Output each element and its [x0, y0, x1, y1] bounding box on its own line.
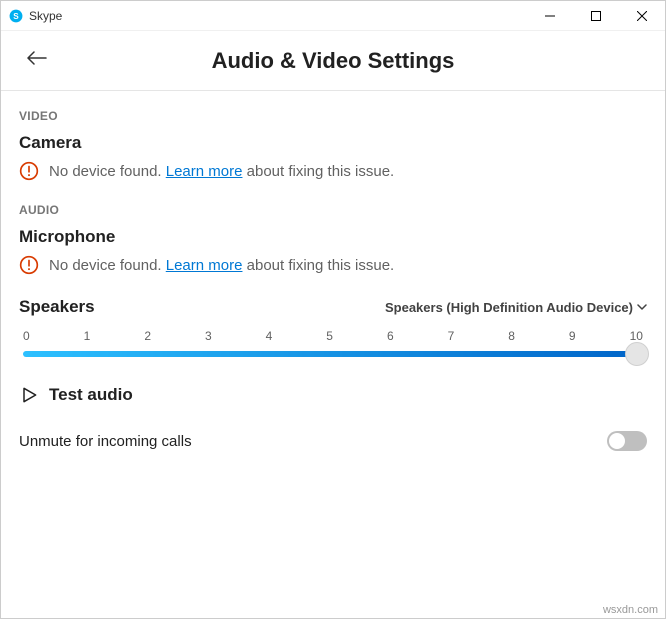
speakers-selected: Speakers (High Definition Audio Device) [385, 300, 633, 315]
microphone-error-row: No device found. Learn more about fixing… [19, 255, 647, 275]
volume-tick: 9 [569, 329, 576, 343]
camera-error-text: No device found. Learn more about fixing… [49, 163, 394, 180]
page-title: Audio & Video Settings [1, 48, 665, 74]
volume-ticks: 0 1 2 3 4 5 6 7 8 9 10 [23, 329, 643, 343]
volume-tick: 10 [630, 329, 643, 343]
volume-tick: 3 [205, 329, 212, 343]
speakers-device-select[interactable]: Speakers (High Definition Audio Device) [385, 300, 647, 315]
settings-content: VIDEO Camera No device found. Learn more… [1, 91, 665, 469]
arrow-left-icon [27, 51, 47, 65]
toggle-knob [609, 433, 625, 449]
window-titlebar: S Skype [1, 1, 665, 31]
svg-text:S: S [13, 11, 19, 20]
volume-tick: 7 [448, 329, 455, 343]
speakers-row: Speakers Speakers (High Definition Audio… [19, 297, 647, 317]
skype-icon: S [9, 9, 23, 23]
play-icon [19, 385, 39, 405]
volume-tick: 8 [508, 329, 515, 343]
video-section-label: VIDEO [19, 109, 647, 123]
camera-error-row: No device found. Learn more about fixing… [19, 161, 647, 181]
audio-section-label: AUDIO [19, 203, 647, 217]
camera-heading: Camera [19, 133, 647, 153]
speakers-label: Speakers [19, 297, 95, 317]
close-button[interactable] [619, 1, 665, 31]
volume-slider[interactable] [23, 351, 643, 357]
volume-tick: 6 [387, 329, 394, 343]
maximize-button[interactable] [573, 1, 619, 31]
camera-learn-more-link[interactable]: Learn more [166, 163, 243, 180]
error-post: about fixing this issue. [242, 257, 394, 274]
volume-tick: 0 [23, 329, 30, 343]
error-icon [19, 161, 39, 181]
test-audio-button[interactable]: Test audio [19, 385, 647, 405]
titlebar-left: S Skype [9, 9, 62, 23]
volume-tick: 5 [326, 329, 333, 343]
unmute-label: Unmute for incoming calls [19, 433, 192, 450]
error-pre: No device found. [49, 163, 166, 180]
microphone-heading: Microphone [19, 227, 647, 247]
volume-tick: 2 [144, 329, 151, 343]
microphone-learn-more-link[interactable]: Learn more [166, 257, 243, 274]
footer-watermark: wsxdn.com [603, 604, 658, 616]
chevron-down-icon [637, 302, 647, 312]
unmute-row: Unmute for incoming calls [19, 431, 647, 451]
volume-slider-wrap: 0 1 2 3 4 5 6 7 8 9 10 [19, 329, 647, 357]
error-pre: No device found. [49, 257, 166, 274]
volume-tick: 4 [266, 329, 273, 343]
volume-tick: 1 [84, 329, 91, 343]
error-icon [19, 255, 39, 275]
unmute-toggle[interactable] [607, 431, 647, 451]
window-controls [527, 1, 665, 31]
volume-slider-thumb[interactable] [625, 342, 649, 366]
app-title: Skype [29, 9, 62, 23]
error-post: about fixing this issue. [242, 163, 394, 180]
test-audio-label: Test audio [49, 385, 133, 405]
microphone-error-text: No device found. Learn more about fixing… [49, 257, 394, 274]
back-button[interactable] [19, 43, 55, 78]
settings-header: Audio & Video Settings [1, 31, 665, 91]
minimize-button[interactable] [527, 1, 573, 31]
